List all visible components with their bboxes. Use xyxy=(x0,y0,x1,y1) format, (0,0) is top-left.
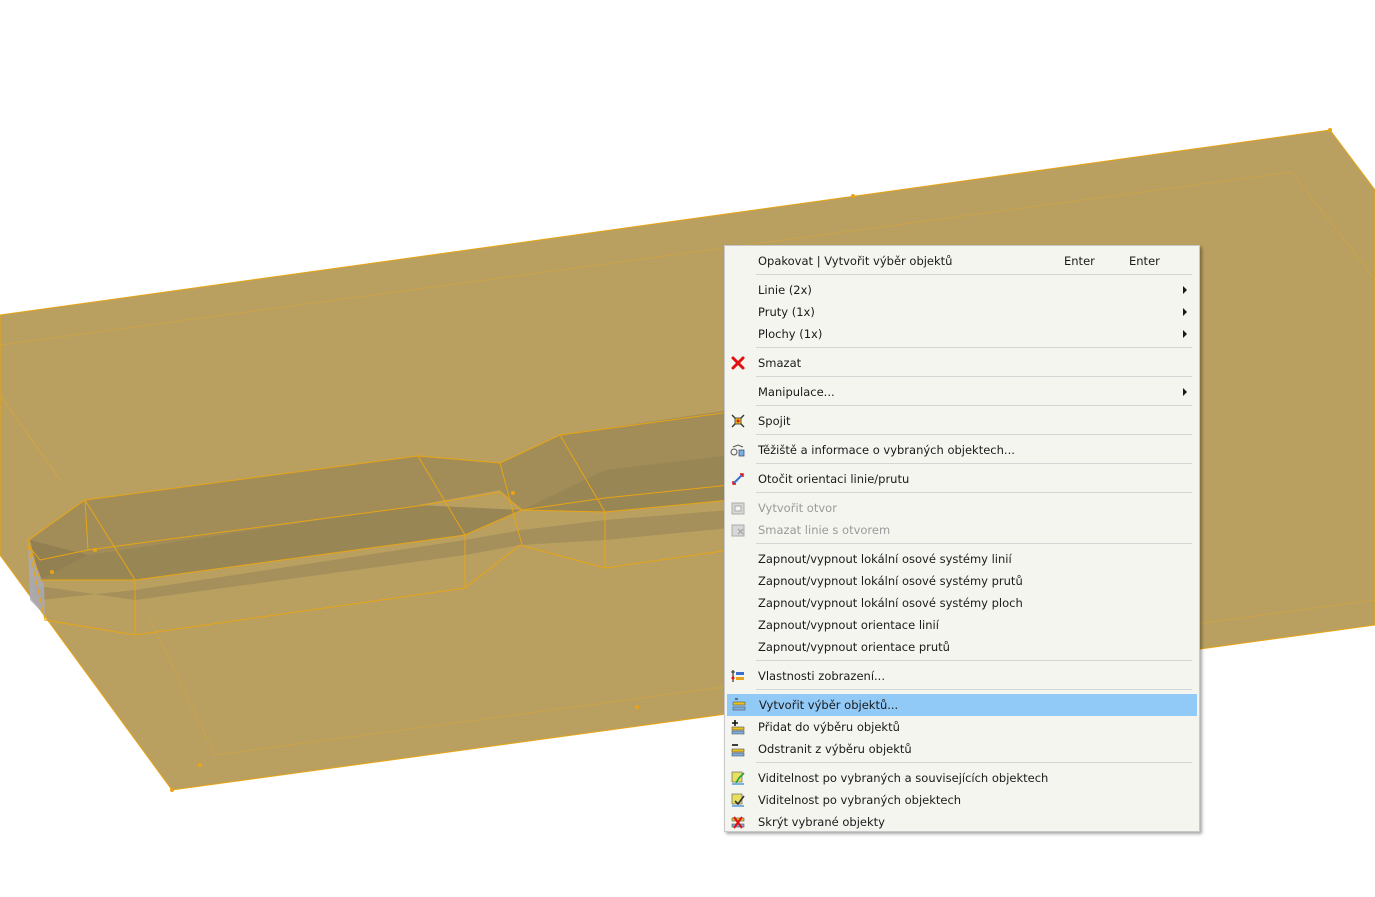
menu-item-label: Skrýt vybrané objekty xyxy=(758,815,885,829)
menu-item-label: Vlastnosti zobrazení... xyxy=(758,669,885,683)
menu-item-create-opening: Vytvořit otvor xyxy=(726,497,1198,519)
menu-item-repeat-create-selection[interactable]: Opakovat | Vytvořit výběr objektů Enter … xyxy=(726,250,1198,272)
visibility-selected-icon xyxy=(731,793,745,807)
menu-item-display-properties[interactable]: Vlastnosti zobrazení... xyxy=(726,665,1198,687)
context-menu: Opakovat | Vytvořit výběr objektů Enter … xyxy=(724,245,1200,832)
centroid-info-icon xyxy=(730,444,745,457)
create-selection-icon xyxy=(732,698,746,711)
menu-item-label: Vytvořit výběr objektů... xyxy=(759,698,899,712)
menu-item-members[interactable]: Pruty (1x) xyxy=(726,301,1198,323)
menu-item-surfaces[interactable]: Plochy (1x) xyxy=(726,323,1198,345)
submenu-arrow-icon xyxy=(1183,308,1187,316)
menu-item-toggle-line-axes[interactable]: Zapnout/vypnout lokální osové systémy li… xyxy=(726,548,1198,570)
menu-separator xyxy=(756,660,1192,661)
menu-item-create-selection[interactable]: Vytvořit výběr objektů... xyxy=(727,694,1197,716)
menu-item-centroid-info[interactable]: Těžiště a informace o vybraných objektec… xyxy=(726,439,1198,461)
menu-item-toggle-line-orientation[interactable]: Zapnout/vypnout orientace linií xyxy=(726,614,1198,636)
menu-separator xyxy=(756,492,1192,493)
menu-item-label: Pruty (1x) xyxy=(758,305,815,319)
reverse-orientation-icon xyxy=(732,473,744,485)
menu-item-remove-from-selection[interactable]: Odstranit z výběru objektů xyxy=(726,738,1198,760)
display-properties-icon xyxy=(731,670,744,682)
menu-item-label: Smazat xyxy=(758,356,802,370)
menu-item-label: Viditelnost po vybraných objektech xyxy=(758,793,962,807)
menu-item-label: Odstranit z výběru objektů xyxy=(758,742,912,756)
menu-item-label: Zapnout/vypnout orientace linií xyxy=(758,618,939,632)
menu-item-label: Plochy (1x) xyxy=(758,327,823,341)
menu-separator xyxy=(756,274,1192,275)
submenu-arrow-icon xyxy=(1183,388,1187,396)
menu-separator xyxy=(756,405,1192,406)
connect-icon xyxy=(731,414,745,428)
menu-item-label: Zapnout/vypnout lokální osové systémy pl… xyxy=(758,596,1023,610)
menu-separator xyxy=(756,463,1192,464)
menu-item-label: Zapnout/vypnout lokální osové systémy li… xyxy=(758,552,1012,566)
create-opening-icon xyxy=(731,502,745,515)
menu-item-label: Vytvořit otvor xyxy=(758,501,837,515)
menu-item-reverse-orientation[interactable]: Otočit orientaci linie/prutu xyxy=(726,468,1198,490)
menu-separator xyxy=(756,347,1192,348)
menu-item-hide-selected[interactable]: Skrýt vybrané objekty xyxy=(726,811,1198,833)
menu-item-label: Otočit orientaci linie/prutu xyxy=(758,472,910,486)
menu-item-lines[interactable]: Linie (2x) xyxy=(726,279,1198,301)
menu-item-label: Viditelnost po vybraných a souvisejících… xyxy=(758,771,1049,785)
menu-item-label: Zapnout/vypnout lokální osové systémy pr… xyxy=(758,574,1023,588)
menu-item-connect[interactable]: Spojit xyxy=(726,410,1198,432)
menu-separator xyxy=(756,689,1192,690)
menu-item-label: Spojit xyxy=(758,414,791,428)
menu-item-toggle-surface-axes[interactable]: Zapnout/vypnout lokální osové systémy pl… xyxy=(726,592,1198,614)
menu-item-visibility-related[interactable]: Viditelnost po vybraných a souvisejících… xyxy=(726,767,1198,789)
delete-icon xyxy=(731,356,745,370)
menu-item-label: Smazat linie s otvorem xyxy=(758,523,891,537)
visibility-related-icon xyxy=(731,771,745,785)
menu-item-toggle-member-orientation[interactable]: Zapnout/vypnout orientace prutů xyxy=(726,636,1198,658)
menu-item-label: Manipulace... xyxy=(758,385,835,399)
shortcut-label: Enter xyxy=(1064,254,1095,268)
add-to-selection-icon xyxy=(731,720,745,735)
menu-item-toggle-member-axes[interactable]: Zapnout/vypnout lokální osové systémy pr… xyxy=(726,570,1198,592)
menu-item-delete-lines-opening: Smazat linie s otvorem xyxy=(726,519,1198,541)
submenu-arrow-icon xyxy=(1183,286,1187,294)
menu-item-delete[interactable]: Smazat xyxy=(726,352,1198,374)
menu-item-label: Přidat do výběru objektů xyxy=(758,720,900,734)
menu-separator xyxy=(756,543,1192,544)
menu-separator xyxy=(756,762,1192,763)
menu-item-label: Opakovat | Vytvořit výběr objektů xyxy=(758,254,953,268)
remove-from-selection-icon xyxy=(731,744,745,757)
menu-item-label: Linie (2x) xyxy=(758,283,812,297)
menu-separator xyxy=(756,376,1192,377)
menu-item-label: Těžiště a informace o vybraných objektec… xyxy=(758,443,1015,457)
menu-item-manipulation[interactable]: Manipulace... xyxy=(726,381,1198,403)
menu-item-label: Zapnout/vypnout orientace prutů xyxy=(758,640,950,654)
menu-separator xyxy=(756,434,1192,435)
menu-item-visibility-selected[interactable]: Viditelnost po vybraných objektech xyxy=(726,789,1198,811)
hide-selected-icon xyxy=(731,816,745,829)
shortcut-label: Enter xyxy=(1129,254,1160,268)
delete-lines-opening-icon xyxy=(731,524,745,537)
submenu-arrow-icon xyxy=(1183,330,1187,338)
menu-item-add-to-selection[interactable]: Přidat do výběru objektů xyxy=(726,716,1198,738)
